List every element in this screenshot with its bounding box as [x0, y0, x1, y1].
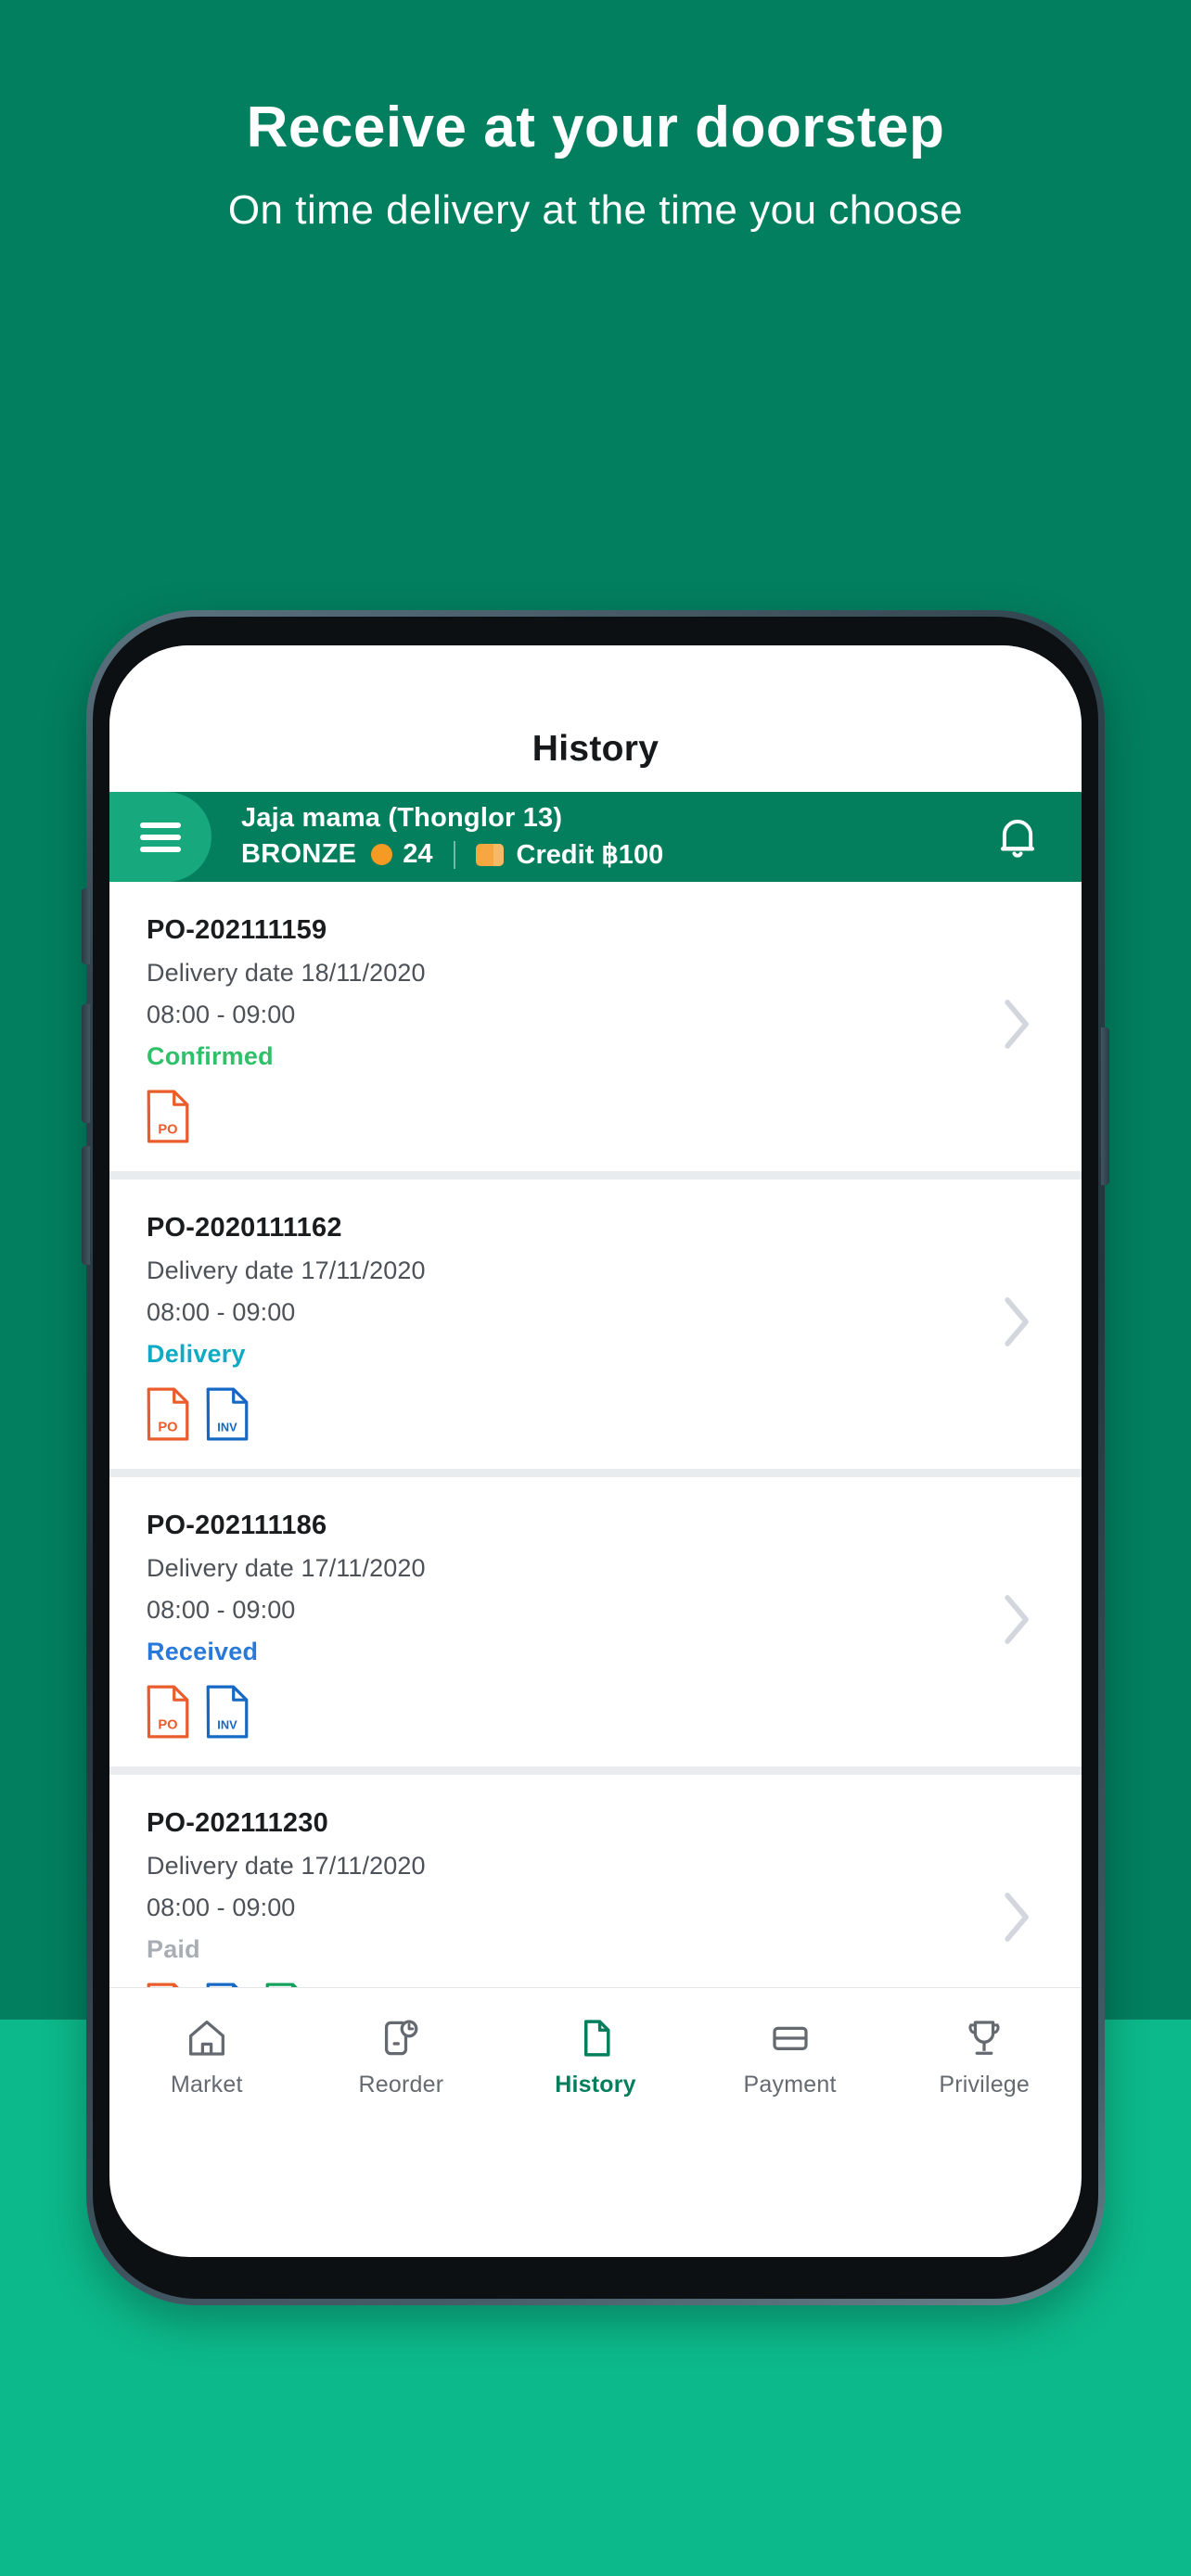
account-meta: BRONZE 24 Credit ฿100: [241, 838, 663, 871]
chevron-right-icon[interactable]: [1002, 1891, 1033, 1949]
bottom-navigation: Market Reorder History Payment Privilege: [109, 1987, 1082, 2126]
app-titlebar: History: [109, 645, 1082, 792]
promo-subheadline: On time delivery at the time you choose: [227, 187, 964, 233]
nav-item-label: Reorder: [358, 2071, 444, 2098]
status-badge: Confirmed: [147, 1042, 274, 1070]
inv-document-icon[interactable]: INV: [206, 1387, 249, 1441]
phone-power-button: [1101, 1027, 1109, 1185]
po-document-icon[interactable]: PO: [147, 1983, 189, 1987]
document-row: PO INV: [147, 1685, 1082, 1739]
nav-item-reorder[interactable]: Reorder: [304, 2017, 499, 2098]
phone-screen: History Jaja mama (Thonglor 13) BRONZE 2…: [109, 645, 1082, 2257]
status-badge: Received: [147, 1638, 259, 1665]
notification-button[interactable]: [991, 810, 1044, 864]
home-icon: [188, 2020, 224, 2056]
document-row: PO INV: [147, 1387, 1082, 1441]
account-name: Jaja mama (Thonglor 13): [241, 803, 563, 833]
chevron-right-icon[interactable]: [1002, 998, 1033, 1056]
nav-item-label: Payment: [743, 2071, 837, 2098]
document-row: PO INV REC: [147, 1983, 1082, 1987]
phone-volume-down-button: [82, 1146, 90, 1265]
nav-item-history[interactable]: History: [498, 2017, 693, 2098]
svg-text:PO: PO: [158, 1717, 177, 1732]
order-delivery-date: Delivery date 17/11/2020: [147, 1554, 426, 1582]
table-row[interactable]: PO-202111186 Delivery date 17/11/2020 08…: [109, 1477, 1082, 1766]
promo-headline: Receive at your doorstep: [246, 96, 945, 159]
nav-item-privilege[interactable]: Privilege: [887, 2017, 1082, 2098]
promo-text-block: Receive at your doorstep On time deliver…: [0, 88, 1191, 239]
page-title: History: [531, 729, 660, 769]
chevron-right-icon[interactable]: [1002, 1593, 1033, 1651]
meta-divider: [453, 840, 455, 869]
order-list[interactable]: PO-202111159 Delivery date 18/11/2020 08…: [109, 882, 1082, 1987]
table-row[interactable]: PO-202111230 Delivery date 17/11/2020 08…: [109, 1775, 1082, 1987]
credit-card-icon: [475, 843, 504, 866]
hamburger-menu-icon: [140, 816, 181, 859]
po-document-icon[interactable]: PO: [147, 1685, 189, 1739]
phone-volume-up-button: [82, 1004, 90, 1123]
rec-document-icon[interactable]: REC: [265, 1983, 308, 1987]
svg-text:INV: INV: [217, 1717, 237, 1731]
table-row[interactable]: PO-202111159 Delivery date 18/11/2020 08…: [109, 882, 1082, 1171]
status-badge: Paid: [147, 1935, 200, 1963]
card-icon: [772, 2026, 808, 2050]
order-time-slot: 08:00 - 09:00: [147, 1596, 296, 1624]
order-time-slot: 08:00 - 09:00: [147, 1001, 296, 1028]
order-delivery-date: Delivery date 17/11/2020: [147, 1852, 426, 1880]
po-document-icon[interactable]: PO: [147, 1387, 189, 1441]
notification-bell-icon: [1000, 819, 1035, 858]
document-icon: [583, 2019, 610, 2057]
nav-item-market[interactable]: Market: [109, 2017, 304, 2098]
phone-silent-switch: [82, 888, 90, 964]
order-delivery-date: Delivery date 18/11/2020: [147, 959, 426, 987]
inv-document-icon[interactable]: INV: [206, 1983, 249, 1987]
nav-item-label: Market: [170, 2071, 243, 2098]
tier-label: BRONZE: [241, 839, 357, 869]
credit-value: Credit ฿100: [516, 840, 664, 870]
menu-button[interactable]: [109, 792, 211, 882]
order-time-slot: 08:00 - 09:00: [147, 1298, 296, 1326]
order-id: PO-202111186: [147, 1511, 327, 1540]
order-id: PO-202111159: [147, 915, 327, 945]
svg-text:PO: PO: [158, 1420, 177, 1435]
po-document-icon[interactable]: PO: [147, 1090, 189, 1143]
trophy-icon: [968, 2020, 1000, 2055]
order-id: PO-202111230: [147, 1808, 328, 1838]
svg-text:PO: PO: [158, 1122, 177, 1137]
status-badge: Delivery: [147, 1340, 246, 1368]
document-row: PO: [147, 1090, 1082, 1143]
inv-document-icon[interactable]: INV: [206, 1685, 249, 1739]
order-delivery-date: Delivery date 17/11/2020: [147, 1256, 426, 1284]
coin-icon: [371, 844, 393, 865]
table-row[interactable]: PO-2020111162 Delivery date 17/11/2020 0…: [109, 1180, 1082, 1469]
phone-mockup: History Jaja mama (Thonglor 13) BRONZE 2…: [82, 610, 1109, 2305]
nav-item-label: Privilege: [939, 2071, 1031, 2098]
chevron-right-icon[interactable]: [1002, 1295, 1033, 1354]
order-id: PO-2020111162: [147, 1213, 342, 1243]
nav-item-label: History: [555, 2071, 636, 2098]
order-time-slot: 08:00 - 09:00: [147, 1894, 296, 1921]
nav-item-payment[interactable]: Payment: [693, 2017, 888, 2098]
account-bar: Jaja mama (Thonglor 13) BRONZE 24 Credit…: [109, 792, 1082, 882]
svg-text:INV: INV: [217, 1420, 237, 1434]
points-value: 24: [403, 839, 433, 869]
account-info: Jaja mama (Thonglor 13) BRONZE 24 Credit…: [241, 803, 663, 871]
reorder-clock-icon: [385, 2019, 418, 2055]
